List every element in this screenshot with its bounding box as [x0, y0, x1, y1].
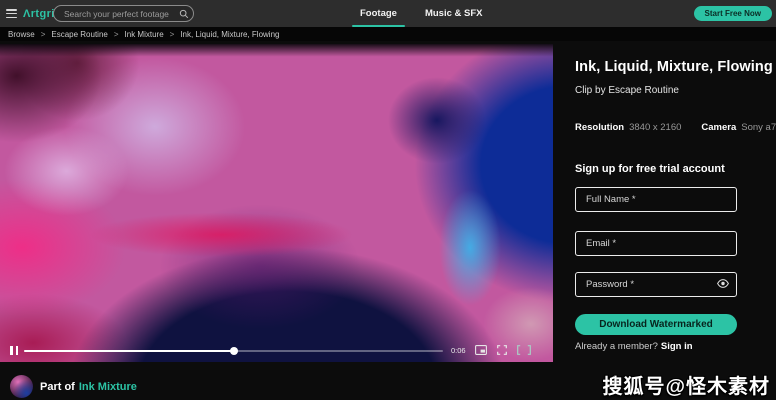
breadcrumb-ink-mixture[interactable]: Ink Mixture — [125, 30, 164, 39]
member-prompt: Already a member?Sign in — [575, 341, 693, 352]
spec-resolution-value: 3840 x 2160 — [629, 122, 681, 133]
search-icon[interactable] — [179, 9, 189, 19]
part-of-label: Part of — [40, 381, 75, 393]
top-header: Λrtgrid Footage Music & SFX Start Free N… — [0, 0, 776, 27]
breadcrumb-separator: > — [114, 30, 119, 39]
clip-title: Ink, Liquid, Mixture, Flowing — [575, 59, 773, 75]
footer-strip: Part of Ink Mixture 搜狐号@怪木素材 — [0, 362, 776, 400]
hamburger-icon[interactable] — [6, 9, 17, 18]
password-wrap — [575, 272, 737, 297]
full-name-field[interactable] — [575, 187, 737, 212]
progress-bar[interactable] — [24, 350, 443, 352]
tab-music-sfx-label: Music & SFX — [425, 8, 483, 19]
signup-heading: Sign up for free trial account — [575, 163, 725, 175]
spec-camera-value: Sony a7 IV — [741, 122, 776, 133]
collection-avatar[interactable] — [10, 375, 33, 398]
breadcrumb-escape-routine[interactable]: Escape Routine — [51, 30, 107, 39]
artgrid-clip-page: Λrtgrid Footage Music & SFX Start Free N… — [0, 0, 776, 400]
clip-specs: Resolution 3840 x 2160 Camera Sony a7 IV — [575, 117, 776, 135]
spec-camera: Camera Sony a7 IV — [701, 117, 776, 135]
video-player[interactable]: 0:06 — [0, 44, 553, 362]
video-frame[interactable] — [0, 44, 553, 362]
breadcrumb-separator: > — [170, 30, 175, 39]
clip-byline: Clip by Escape Routine — [575, 85, 679, 96]
spec-camera-label: Camera — [701, 122, 736, 133]
download-watermarked-button[interactable]: Download Watermarked — [575, 314, 737, 335]
collection-link[interactable]: Ink Mixture — [79, 381, 137, 393]
search-input[interactable] — [54, 9, 179, 19]
watermark-text: 搜狐号@怪木素材 — [602, 370, 770, 399]
eye-icon[interactable] — [717, 279, 729, 288]
progress-fill — [24, 350, 234, 352]
email-field[interactable] — [575, 231, 737, 256]
breadcrumb-current: Ink, Liquid, Mixture, Flowing — [180, 30, 279, 39]
progress-handle[interactable] — [230, 347, 238, 355]
sign-in-link[interactable]: Sign in — [661, 341, 693, 352]
time-display: 0:06 — [451, 346, 466, 355]
frame-icon[interactable] — [517, 345, 531, 355]
tab-music-sfx[interactable]: Music & SFX — [423, 0, 485, 27]
member-prompt-text: Already a member? — [575, 341, 658, 352]
player-controls: 0:06 — [0, 342, 553, 358]
start-free-now-button[interactable]: Start Free Now — [694, 6, 772, 21]
main-tabs: Footage Music & SFX — [358, 0, 485, 27]
breadcrumb: Browse > Escape Routine > Ink Mixture > … — [0, 27, 776, 41]
breadcrumb-browse[interactable]: Browse — [8, 30, 35, 39]
breadcrumb-separator: > — [41, 30, 46, 39]
search-box[interactable] — [53, 5, 194, 22]
fullscreen-icon[interactable] — [497, 345, 507, 355]
spec-resolution: Resolution 3840 x 2160 — [575, 117, 681, 135]
part-of-line: Part of Ink Mixture — [40, 381, 137, 393]
password-field[interactable] — [575, 272, 737, 297]
pause-icon[interactable] — [10, 346, 18, 355]
spec-resolution-label: Resolution — [575, 122, 624, 133]
tab-footage-label: Footage — [360, 8, 397, 19]
pip-icon[interactable] — [475, 345, 487, 355]
tab-footage[interactable]: Footage — [358, 0, 399, 27]
